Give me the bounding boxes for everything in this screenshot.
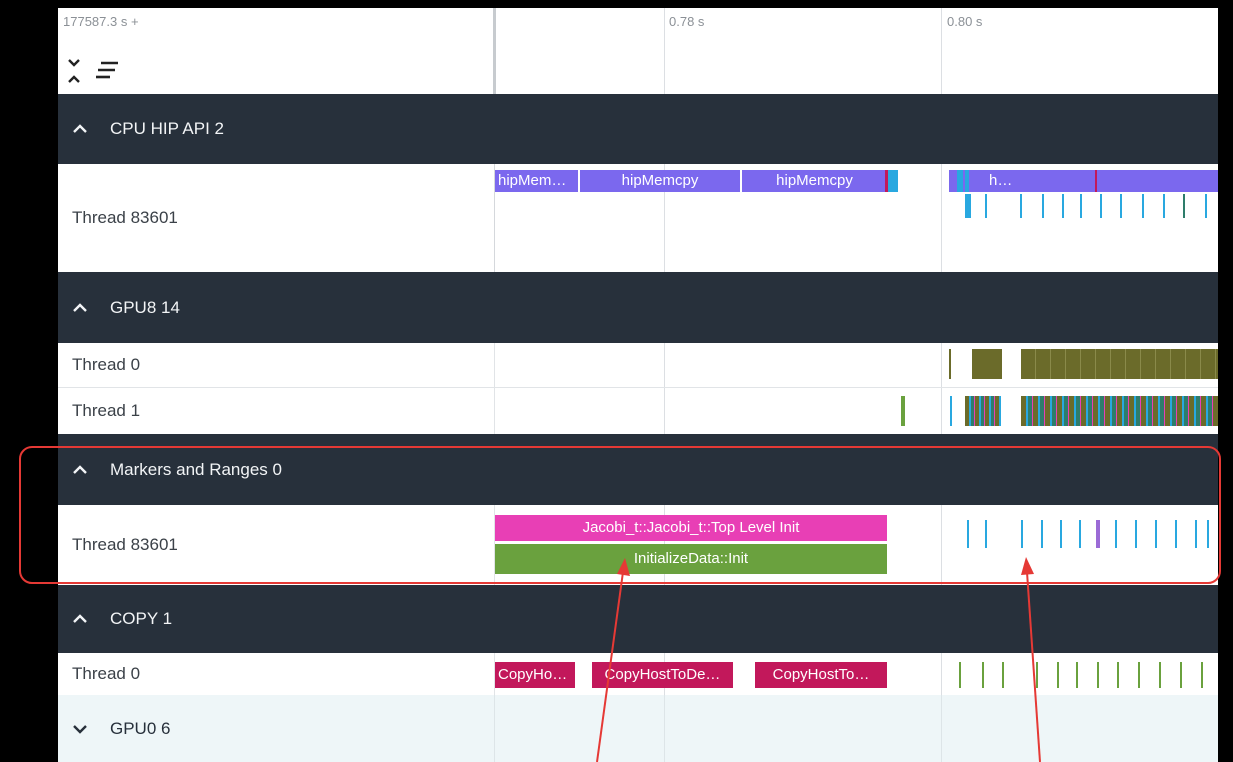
arrow-icon bbox=[596, 558, 630, 762]
annotation-overlay bbox=[19, 446, 1221, 762]
highlight-box bbox=[19, 446, 1221, 584]
arrow-icon bbox=[1021, 557, 1041, 762]
